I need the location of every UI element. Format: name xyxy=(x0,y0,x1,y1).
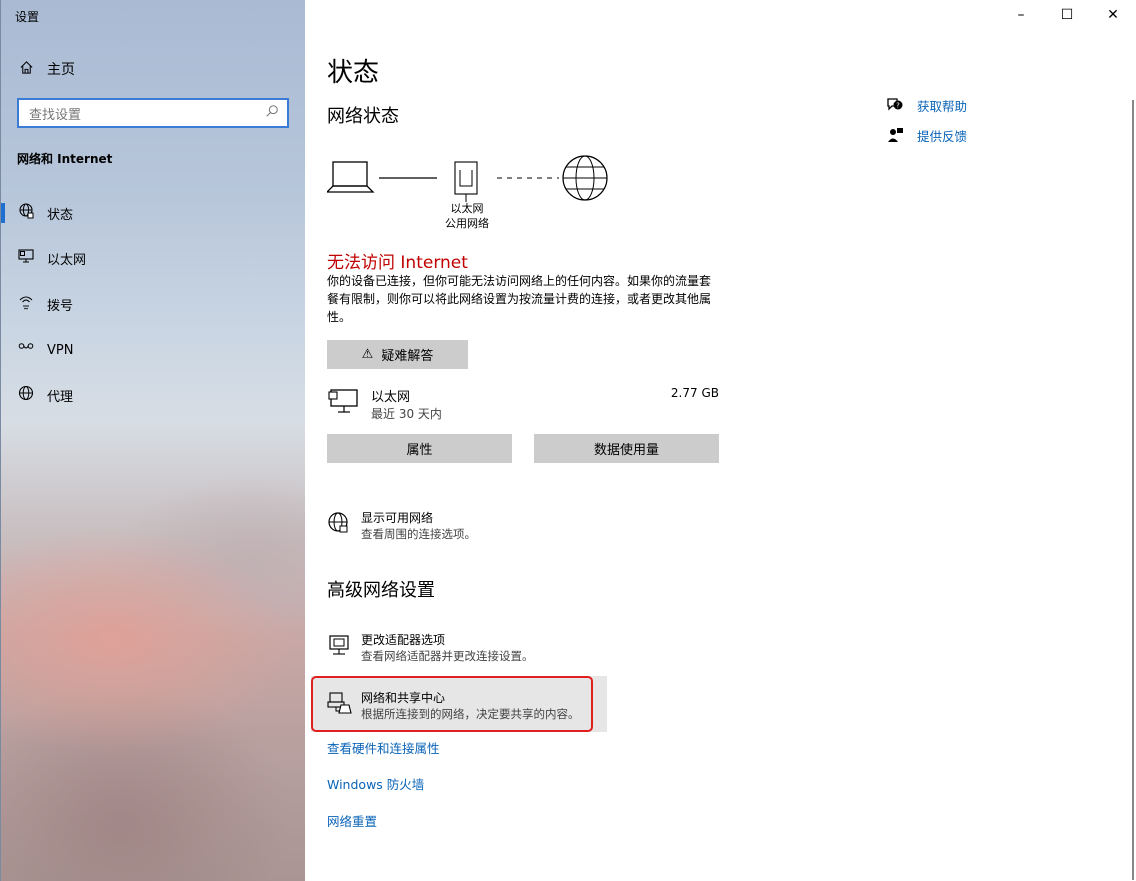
help-chat-icon: ? xyxy=(885,97,905,113)
get-help-link[interactable]: ? 获取帮助 xyxy=(885,95,967,115)
troubleshoot-button[interactable]: ⚠ 疑难解答 xyxy=(327,340,468,369)
sidebar: 设置 主页 查找设置 网络和 Internet 状态 以太网 拨号 VPN 代理 xyxy=(0,0,305,881)
network-sharing-center[interactable]: 网络和共享中心 根据所连接到的网络，决定要共享的内容。 xyxy=(327,689,627,725)
show-networks-desc: 查看周围的连接选项。 xyxy=(361,527,476,541)
sharing-center-title: 网络和共享中心 xyxy=(361,691,446,705)
globe-status-icon xyxy=(17,203,35,223)
properties-button[interactable]: 属性 xyxy=(327,434,512,463)
search-placeholder: 查找设置 xyxy=(29,107,82,123)
adapter-name-label: 以太网 xyxy=(450,202,484,215)
sidebar-item-proxy[interactable]: 代理 xyxy=(1,375,306,415)
connection-error-title: 无法访问 Internet xyxy=(327,253,468,273)
adapter-options-desc: 查看网络适配器并更改连接设置。 xyxy=(361,649,534,663)
get-help-label: 获取帮助 xyxy=(917,98,968,114)
window-controls: – ☐ ✕ xyxy=(998,0,1136,30)
ethernet-period: 最近 30 天内 xyxy=(371,407,442,421)
home-label: 主页 xyxy=(47,62,75,78)
sidebar-item-status[interactable]: 状态 xyxy=(1,193,306,233)
section-title: 网络和 Internet xyxy=(17,152,113,166)
vpn-icon xyxy=(17,340,35,360)
home-nav[interactable]: 主页 xyxy=(17,58,75,80)
sidebar-item-ethernet[interactable]: 以太网 xyxy=(1,238,306,278)
feedback-label: 提供反馈 xyxy=(917,128,968,144)
network-diagram: 以太网 公用网络 xyxy=(325,150,627,240)
connection-error-desc: 你的设备已连接，但你可能无法访问网络上的任何内容。如果你的流量套餐有限制，则你可… xyxy=(327,274,712,324)
feedback-link[interactable]: 提供反馈 xyxy=(885,125,967,145)
link-windows-firewall[interactable]: Windows 防火墙 xyxy=(327,774,424,793)
scrollbar[interactable] xyxy=(1132,100,1134,880)
maximize-button[interactable]: ☐ xyxy=(1044,0,1090,30)
svg-text:?: ? xyxy=(896,102,900,110)
adapter-icon xyxy=(327,633,351,663)
close-button[interactable]: ✕ xyxy=(1090,0,1136,30)
ethernet-icon xyxy=(17,248,35,268)
ethernet-name: 以太网 xyxy=(371,390,411,405)
sharing-center-icon xyxy=(327,691,353,721)
network-type-label: 公用网络 xyxy=(445,217,489,230)
page-title: 状态 xyxy=(327,58,380,88)
laptop-icon xyxy=(325,161,375,193)
app-title: 设置 xyxy=(15,10,40,24)
globe-network-icon xyxy=(327,511,351,539)
link-hardware-properties[interactable]: 查看硬件和连接属性 xyxy=(327,738,440,757)
minimize-button[interactable]: – xyxy=(998,0,1044,30)
search-icon[interactable] xyxy=(265,104,279,122)
sidebar-item-label: 代理 xyxy=(47,389,74,405)
dialup-icon xyxy=(17,294,35,314)
sidebar-item-dialup[interactable]: 拨号 xyxy=(1,284,306,324)
data-usage-button[interactable]: 数据使用量 xyxy=(534,434,719,463)
show-available-networks[interactable]: 显示可用网络 查看周围的连接选项。 xyxy=(327,509,627,545)
show-networks-title: 显示可用网络 xyxy=(361,511,434,525)
feedback-icon xyxy=(885,127,905,143)
main-panel: – ☐ ✕ 状态 网络状态 以太网 公用网络 无法访问 Internet 你的设… xyxy=(305,0,1136,881)
advanced-settings-heading: 高级网络设置 xyxy=(327,580,435,601)
internet-globe-icon xyxy=(562,155,608,201)
warning-icon: ⚠ xyxy=(361,347,374,362)
sidebar-item-label: 状态 xyxy=(47,207,74,223)
ethernet-data-usage: 2.77 GB xyxy=(670,386,719,400)
network-diagram-graphic xyxy=(325,155,608,202)
globe-icon xyxy=(17,385,35,405)
change-adapter-options[interactable]: 更改适配器选项 查看网络适配器并更改连接设置。 xyxy=(327,631,627,667)
troubleshoot-label: 疑难解答 xyxy=(381,349,434,364)
ethernet-adapter-icon xyxy=(454,161,478,202)
network-status-heading: 网络状态 xyxy=(327,106,399,127)
sharing-center-desc: 根据所连接到的网络，决定要共享的内容。 xyxy=(361,707,580,721)
sidebar-item-vpn[interactable]: VPN xyxy=(1,330,306,370)
link-network-reset[interactable]: 网络重置 xyxy=(327,811,377,830)
sidebar-item-label: 拨号 xyxy=(47,298,74,314)
ethernet-usage-row: 以太网 最近 30 天内 2.77 GB xyxy=(327,384,719,424)
sidebar-item-label: VPN xyxy=(47,342,74,358)
home-icon xyxy=(17,60,35,79)
ethernet-icon xyxy=(327,388,359,420)
search-input[interactable]: 查找设置 xyxy=(17,98,289,128)
sidebar-item-label: 以太网 xyxy=(47,252,87,268)
adapter-options-title: 更改适配器选项 xyxy=(361,633,446,647)
